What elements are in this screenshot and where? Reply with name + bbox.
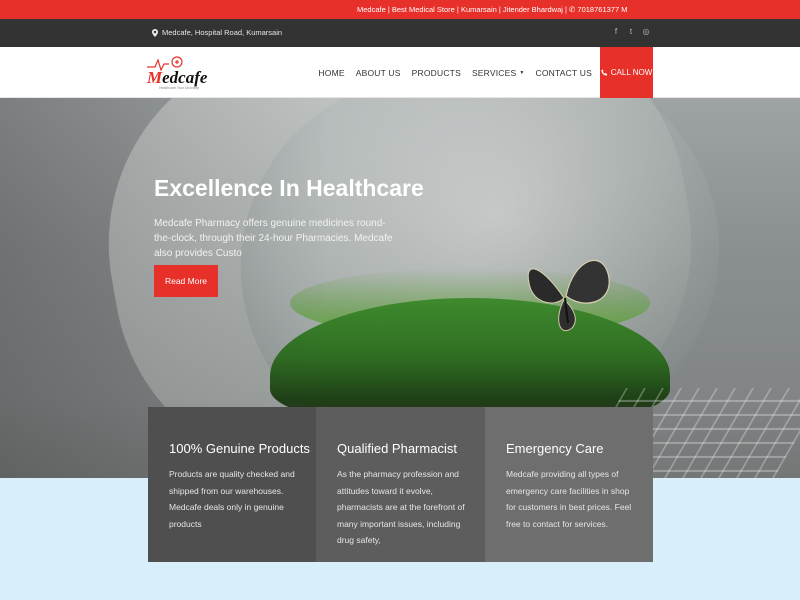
call-now-label: CALL NOW: [610, 68, 653, 77]
feature-card-emergency-care: Emergency Care Medcafe providing all typ…: [485, 407, 653, 562]
map-pin-icon: [152, 28, 158, 37]
feature-text: As the pharmacy profession and attitudes…: [337, 469, 465, 545]
butterfly-image: [527, 259, 610, 331]
phone-icon: [601, 69, 607, 76]
nav-services[interactable]: SERVICES ▼: [472, 68, 525, 78]
announcement-ticker: Medcafe | Best Medical Store | Kumarsain…: [357, 5, 628, 14]
social-links: f t ◎: [612, 27, 650, 36]
logo[interactable]: Medcafe Healthcare Your Doorstep: [147, 55, 211, 91]
hero-description: Medcafe Pharmacy offers genuine medicine…: [154, 218, 393, 259]
hero-title: Excellence In Healthcare: [154, 175, 424, 201]
address: Medcafe, Hospital Road, Kumarsain: [152, 28, 282, 37]
address-text: Medcafe, Hospital Road, Kumarsain: [162, 28, 283, 37]
nav-home[interactable]: HOME: [318, 68, 344, 78]
feature-text: Medcafe providing all types of emergency…: [506, 469, 632, 529]
facebook-icon[interactable]: f: [612, 27, 620, 36]
logo-tagline: Healthcare Your Doorstep: [159, 86, 200, 90]
feature-title: Emergency Care: [506, 441, 604, 456]
nav-contact-us[interactable]: CONTACT US: [536, 68, 592, 78]
nav-about-us[interactable]: ABOUT US: [356, 68, 401, 78]
site-header: Medcafe Healthcare Your Doorstep HOME AB…: [0, 47, 800, 98]
caret-down-icon: ▼: [519, 69, 525, 76]
main-nav: HOME ABOUT US PRODUCTS SERVICES ▼ CONTAC…: [307, 47, 653, 98]
feature-card-qualified-pharmacist: Qualified Pharmacist As the pharmacy pro…: [316, 407, 485, 562]
read-more-button[interactable]: Read More: [154, 265, 218, 297]
feature-card-genuine-products: 100% Genuine Products Products are quali…: [148, 407, 316, 562]
instagram-icon[interactable]: ◎: [642, 27, 650, 36]
info-bar: Medcafe, Hospital Road, Kumarsain f t ◎: [0, 19, 800, 47]
top-announcement-bar: Medcafe | Best Medical Store | Kumarsain…: [0, 0, 800, 19]
feature-title: 100% Genuine Products: [169, 441, 310, 456]
call-now-button[interactable]: CALL NOW: [600, 47, 653, 98]
feature-text: Products are quality checked and shipped…: [169, 469, 295, 529]
feature-title: Qualified Pharmacist: [337, 441, 457, 456]
nav-services-label: SERVICES: [471, 67, 517, 78]
feature-cards: 100% Genuine Products Products are quali…: [148, 407, 653, 562]
logo-wordmark: Medcafe: [147, 68, 208, 87]
twitter-icon[interactable]: t: [627, 27, 635, 36]
nav-products[interactable]: PRODUCTS: [412, 68, 461, 78]
